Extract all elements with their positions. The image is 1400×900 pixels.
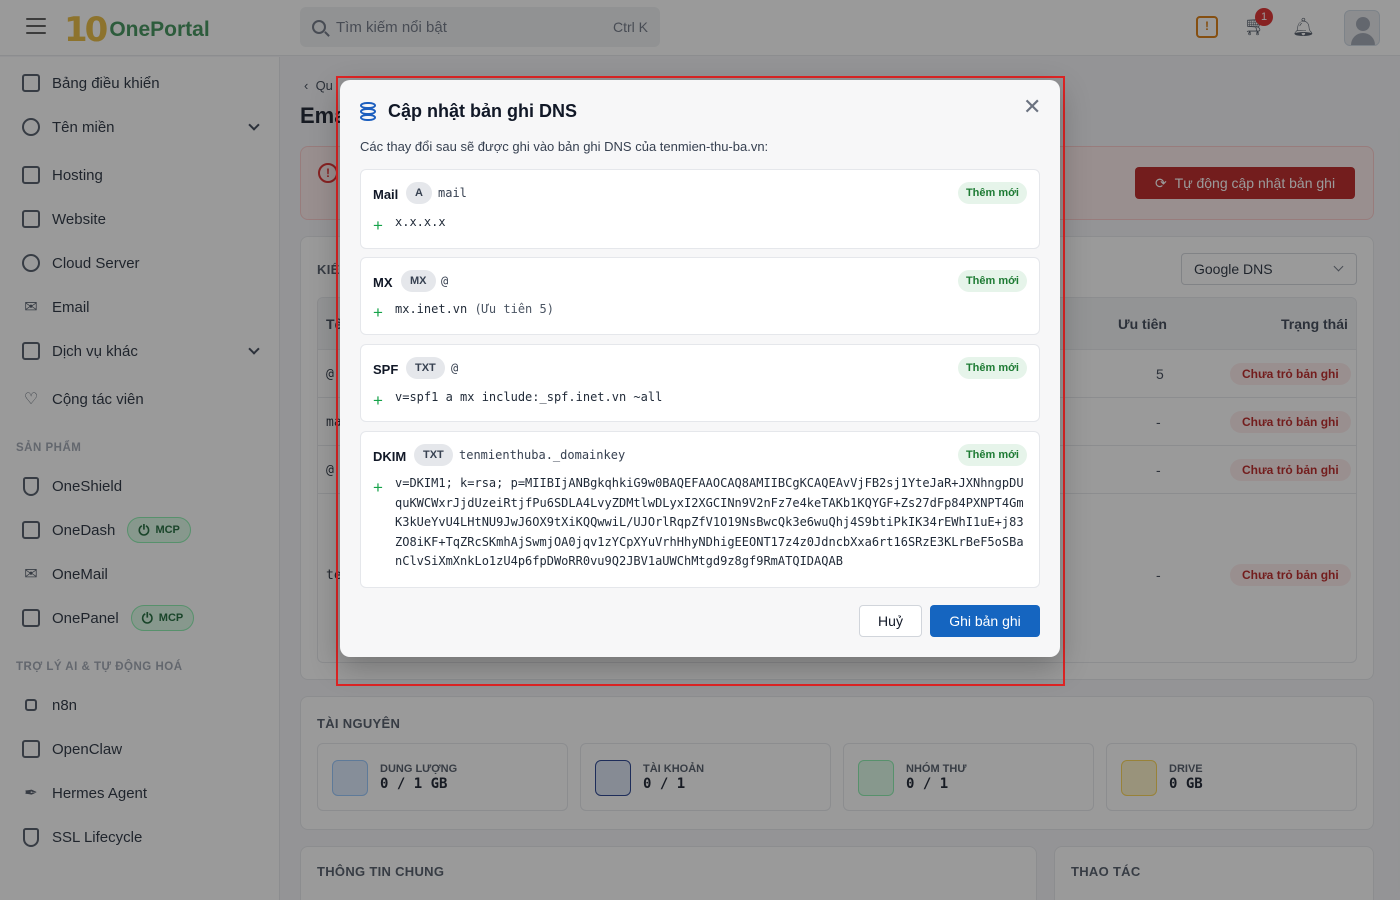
dns-record-mail: Mail A mail Thêm mới + x.x.x.x <box>360 169 1040 249</box>
record-host: tenmienthuba._domainkey <box>459 448 626 462</box>
record-name: Mail <box>373 187 399 202</box>
plus-icon: + <box>373 303 383 322</box>
record-host: mail <box>438 186 467 200</box>
plus-icon: + <box>373 216 383 235</box>
new-badge: Thêm mới <box>957 444 1027 466</box>
new-badge: Thêm mới <box>957 357 1027 379</box>
record-host: @ <box>451 361 459 375</box>
database-icon <box>360 102 378 122</box>
record-host: @ <box>441 274 449 288</box>
dns-record-mx: MX MX @ Thêm mới + mx.inet.vn (Ưu tiên 5… <box>360 257 1040 335</box>
close-icon[interactable]: ✕ <box>1023 96 1041 118</box>
plus-icon: + <box>373 391 383 410</box>
record-value: v=DKIM1; k=rsa; p=MIIBIjANBgkqhkiG9w0BAQ… <box>395 476 1024 568</box>
new-badge: Thêm mới <box>957 270 1027 292</box>
record-type-badge: TXT <box>406 357 445 379</box>
dns-record-spf: SPF TXT @ Thêm mới + v=spf1 a mx include… <box>360 344 1040 422</box>
record-name: DKIM <box>373 449 407 464</box>
record-value: x.x.x.x <box>395 215 446 229</box>
save-records-button[interactable]: Ghi bản ghi <box>930 605 1040 637</box>
cancel-button[interactable]: Huỷ <box>859 605 922 637</box>
record-value: v=spf1 a mx include:_spf.inet.vn ~all <box>395 390 663 404</box>
record-name: MX <box>373 275 393 290</box>
record-type-badge: A <box>406 182 432 204</box>
record-value: mx.inet.vn (Ưu tiên 5) <box>395 302 554 316</box>
record-type-badge: TXT <box>414 444 453 466</box>
dns-record-dkim: DKIM TXT tenmienthuba._domainkey Thêm mớ… <box>360 431 1040 588</box>
new-badge: Thêm mới <box>957 182 1027 204</box>
record-name: SPF <box>373 362 399 377</box>
record-note: (Ưu tiên 5) <box>474 302 554 316</box>
record-type-badge: MX <box>401 270 436 292</box>
modal-description: Các thay đổi sau sẽ được ghi vào bản ghi… <box>360 139 769 154</box>
modal-title: Cập nhật bản ghi DNS <box>388 101 577 121</box>
update-dns-modal: Cập nhật bản ghi DNS ✕ Các thay đổi sau … <box>340 80 1060 657</box>
plus-icon: + <box>373 478 383 497</box>
